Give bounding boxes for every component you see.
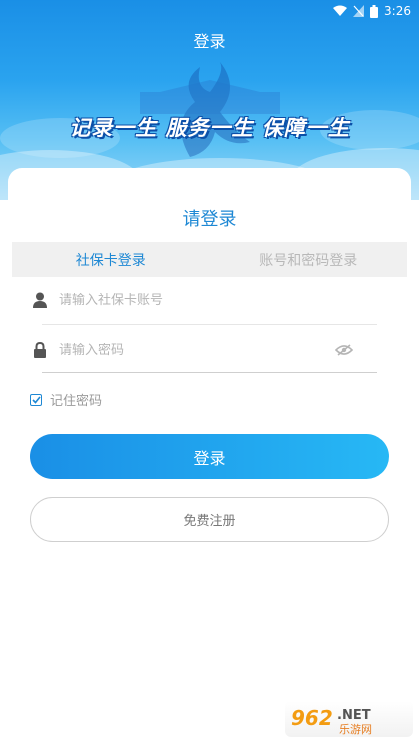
login-tabs: 社保卡登录 账号和密码登录	[12, 242, 407, 277]
status-time: 3:26	[384, 4, 411, 18]
battery-icon	[370, 4, 379, 18]
social-card-account-input[interactable]	[59, 292, 377, 308]
page-title: 登录	[193, 32, 226, 51]
password-input[interactable]	[59, 342, 335, 358]
check-icon	[31, 395, 41, 404]
tab-social-card-login[interactable]: 社保卡登录	[12, 242, 210, 277]
card-title: 请登录	[182, 209, 237, 230]
divider	[42, 372, 377, 373]
login-button[interactable]: 登录	[30, 434, 389, 479]
svg-text:乐游网: 乐游网	[339, 723, 372, 735]
user-icon	[30, 292, 50, 308]
slogan: 记录一生 服务一生 保障一生	[69, 116, 350, 140]
remember-checkbox[interactable]	[30, 393, 42, 406]
remember-password[interactable]: 记住密码	[30, 390, 102, 409]
password-field	[30, 326, 377, 374]
divider	[42, 324, 377, 325]
account-field	[30, 276, 377, 324]
register-button[interactable]: 免费注册	[30, 497, 389, 542]
tab-account-password-login[interactable]: 账号和密码登录	[210, 242, 408, 277]
watermark-logo: 962 .NET 乐游网	[285, 701, 413, 737]
svg-text:962: 962	[291, 706, 333, 730]
eye-hidden-icon[interactable]	[335, 344, 353, 356]
svg-text:.NET: .NET	[337, 708, 371, 723]
status-bar: 3:26	[0, 0, 419, 22]
signal-icon	[353, 5, 365, 17]
wifi-icon	[333, 5, 348, 17]
remember-label: 记住密码	[50, 394, 103, 409]
lock-icon	[30, 342, 50, 358]
